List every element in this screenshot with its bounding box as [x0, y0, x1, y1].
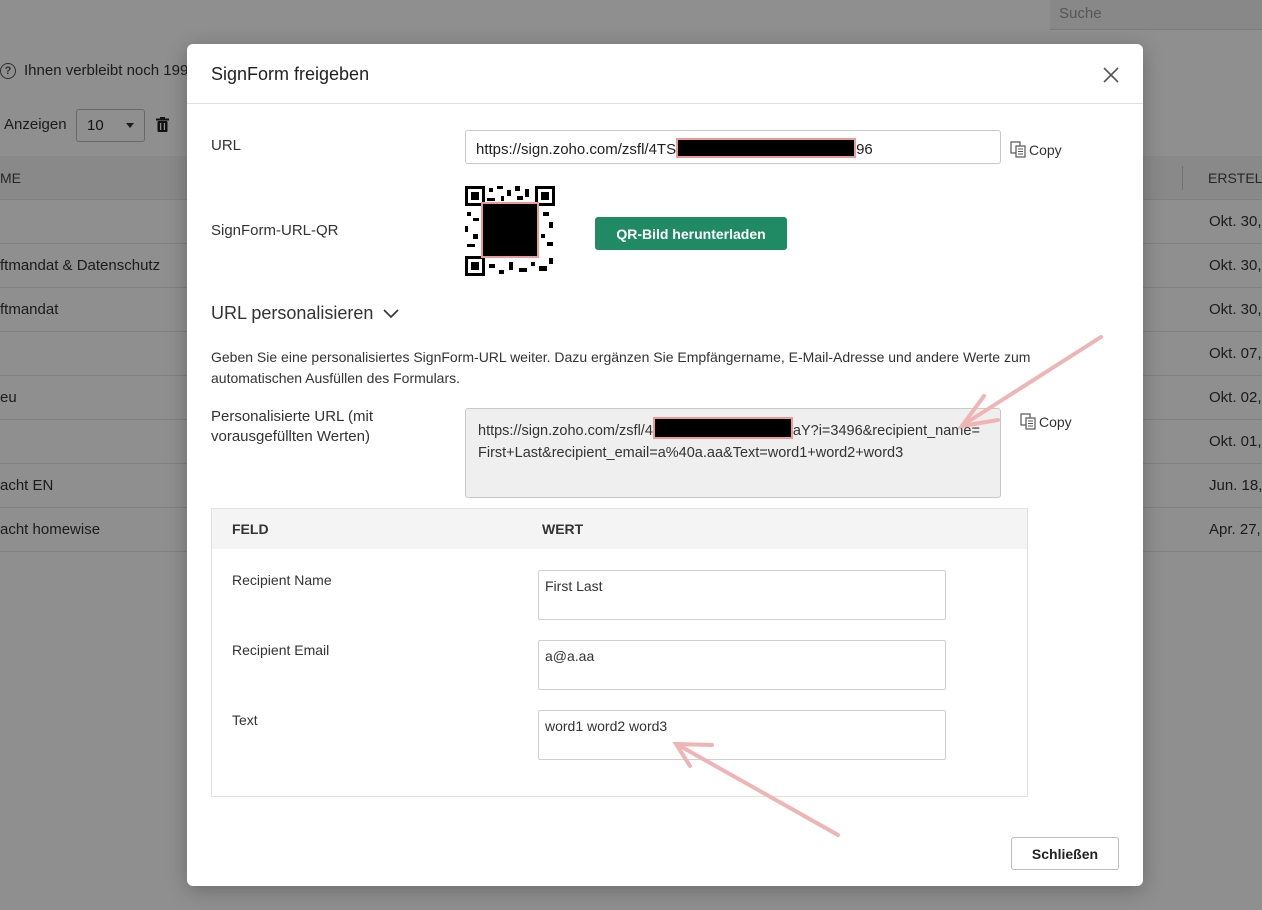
- copy-icon: [1020, 413, 1036, 430]
- redacted-block: [481, 202, 539, 258]
- redacted-block: [652, 417, 793, 439]
- personal-url-prefix: https://sign.zoho.com/zsfl/4: [478, 423, 653, 439]
- field-label-text: Text: [232, 712, 258, 728]
- qr-label: SignForm-URL-QR: [211, 222, 339, 239]
- copy-url-button[interactable]: Copy: [1010, 141, 1062, 158]
- url-suffix: 96: [856, 141, 873, 158]
- url-prefix: https://sign.zoho.com/zsfl/4TS: [476, 141, 677, 158]
- share-signform-dialog: SignForm freigeben URL https://sign.zoho…: [187, 44, 1143, 886]
- copy-label: Copy: [1039, 413, 1072, 430]
- field-label-recipient-email: Recipient Email: [232, 642, 330, 658]
- url-label: URL: [211, 137, 242, 154]
- redacted-block: [676, 138, 857, 158]
- personal-url-field[interactable]: https://sign.zoho.com/zsfl/4 aY?i=3496&re…: [465, 408, 1001, 498]
- close-button[interactable]: Schließen: [1011, 837, 1119, 870]
- url-field[interactable]: https://sign.zoho.com/zsfl/4TS 96: [465, 130, 1001, 164]
- column-field: FELD: [232, 521, 269, 537]
- close-icon[interactable]: [1100, 64, 1122, 86]
- dialog-header: SignForm freigeben: [187, 44, 1143, 104]
- personalize-url-toggle[interactable]: URL personalisieren: [211, 303, 399, 324]
- dialog-title: SignForm freigeben: [211, 64, 370, 84]
- qr-code-image: [465, 186, 555, 276]
- copy-label: Copy: [1029, 141, 1062, 158]
- personalize-title: URL personalisieren: [211, 303, 374, 323]
- table-header: FELD WERT: [212, 509, 1027, 549]
- recipient-email-input[interactable]: a@a.aa: [538, 640, 946, 690]
- personalize-description: Geben Sie eine personalisiertes SignForm…: [211, 349, 1031, 386]
- column-value: WERT: [542, 521, 584, 537]
- chevron-down-icon: [383, 308, 399, 318]
- text-input[interactable]: word1 word2 word3: [538, 710, 946, 760]
- prefill-fields-table: FELD WERT Recipient Name First Last Reci…: [211, 508, 1028, 797]
- recipient-name-input[interactable]: First Last: [538, 570, 946, 620]
- copy-personal-url-button[interactable]: Copy: [1020, 413, 1072, 430]
- download-qr-button[interactable]: QR-Bild herunterladen: [595, 217, 787, 250]
- field-label-recipient-name: Recipient Name: [232, 572, 332, 588]
- copy-icon: [1010, 141, 1026, 158]
- personal-url-label: Personalisierte URL (mit vorausgefüllten…: [211, 408, 373, 445]
